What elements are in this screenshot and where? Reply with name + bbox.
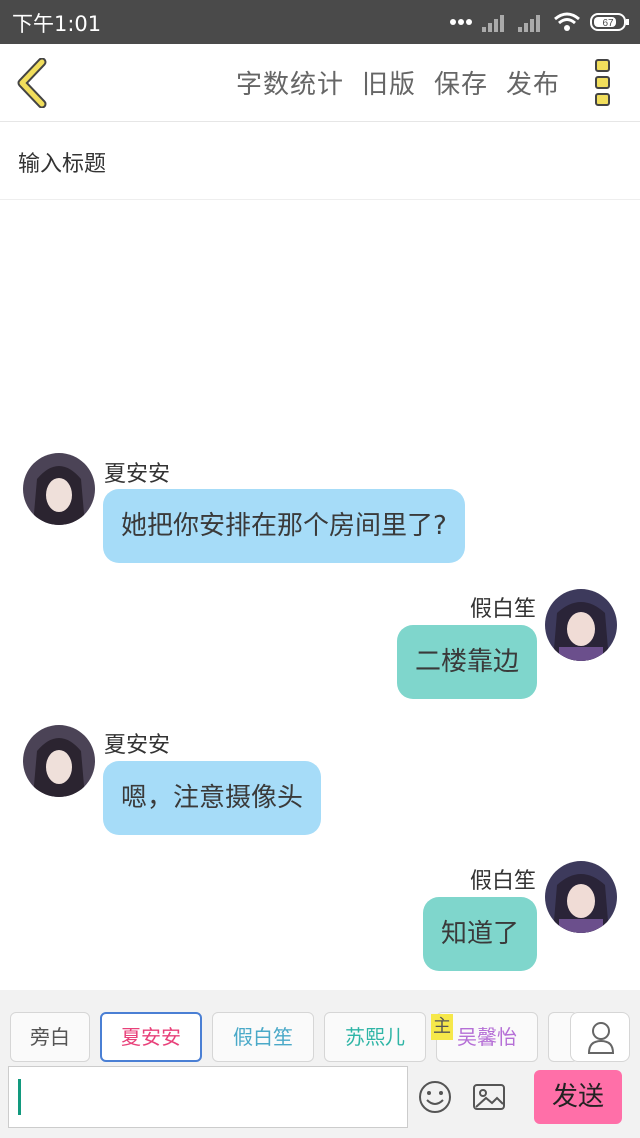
save-button[interactable]: 保存 (434, 64, 488, 101)
signal-icon (482, 15, 504, 32)
status-time: 下午1:01 (12, 12, 102, 36)
more-button[interactable] (588, 58, 618, 108)
sender-name: 夏安安 (104, 733, 171, 758)
sender-name: 假白笙 (469, 597, 536, 622)
avatar[interactable] (545, 861, 617, 933)
sender-name: 夏安安 (104, 462, 171, 487)
image-button[interactable] (472, 1080, 506, 1114)
message-bubble[interactable]: 她把你安排在那个房间里了? (103, 489, 465, 563)
title-field[interactable]: 输入标题 (0, 122, 640, 200)
chevron-left-icon (17, 57, 47, 109)
old-version-button[interactable]: 旧版 (362, 64, 416, 101)
avatar[interactable] (23, 453, 95, 525)
status-bar: 下午1:01 67 (0, 0, 640, 44)
smiley-icon (419, 1081, 451, 1113)
avatar[interactable] (23, 725, 95, 797)
battery-level: 67 (602, 18, 614, 29)
toolbar: 字数统计 旧版 保存 发布 (0, 44, 640, 122)
status-icons: 67 (450, 8, 630, 36)
wifi-icon (554, 12, 580, 31)
image-icon (473, 1084, 505, 1110)
avatar[interactable] (545, 589, 617, 661)
character-chip-xia-anan[interactable]: 夏安安 (100, 1012, 202, 1062)
message-bubble[interactable]: 知道了 (422, 897, 537, 971)
main-role-badge: 主 (431, 1014, 453, 1040)
person-icon (587, 1022, 615, 1054)
text-caret (18, 1079, 21, 1115)
character-chip-narrator[interactable]: 旁白 (10, 1012, 90, 1062)
character-chip-su-xier[interactable]: 苏熙儿 (324, 1012, 426, 1062)
emoji-button[interactable] (418, 1080, 452, 1114)
battery-icon: 67 (590, 13, 629, 31)
back-button[interactable] (12, 57, 56, 109)
sender-name: 假白笙 (469, 869, 536, 894)
dots-icon (450, 19, 472, 25)
more-vertical-icon (595, 59, 610, 106)
chat-area: 夏安安 她把你安排在那个房间里了? 假白笙 二楼靠边 夏安安 嗯，注意摄像头 假… (0, 200, 640, 990)
person-button[interactable] (570, 1012, 630, 1062)
send-button[interactable]: 发送 (534, 1070, 622, 1124)
publish-button[interactable]: 发布 (506, 64, 560, 101)
message-input[interactable] (8, 1066, 408, 1128)
toolbar-actions: 字数统计 旧版 保存 发布 (236, 64, 560, 101)
message-bubble[interactable]: 二楼靠边 (396, 625, 537, 699)
word-count-button[interactable]: 字数统计 (236, 64, 344, 101)
signal-icon-2 (518, 15, 540, 32)
title-input[interactable]: 输入标题 (18, 146, 106, 178)
character-chip-jia-baisheng[interactable]: 假白笙 (212, 1012, 314, 1062)
message-bubble[interactable]: 嗯，注意摄像头 (103, 761, 322, 835)
